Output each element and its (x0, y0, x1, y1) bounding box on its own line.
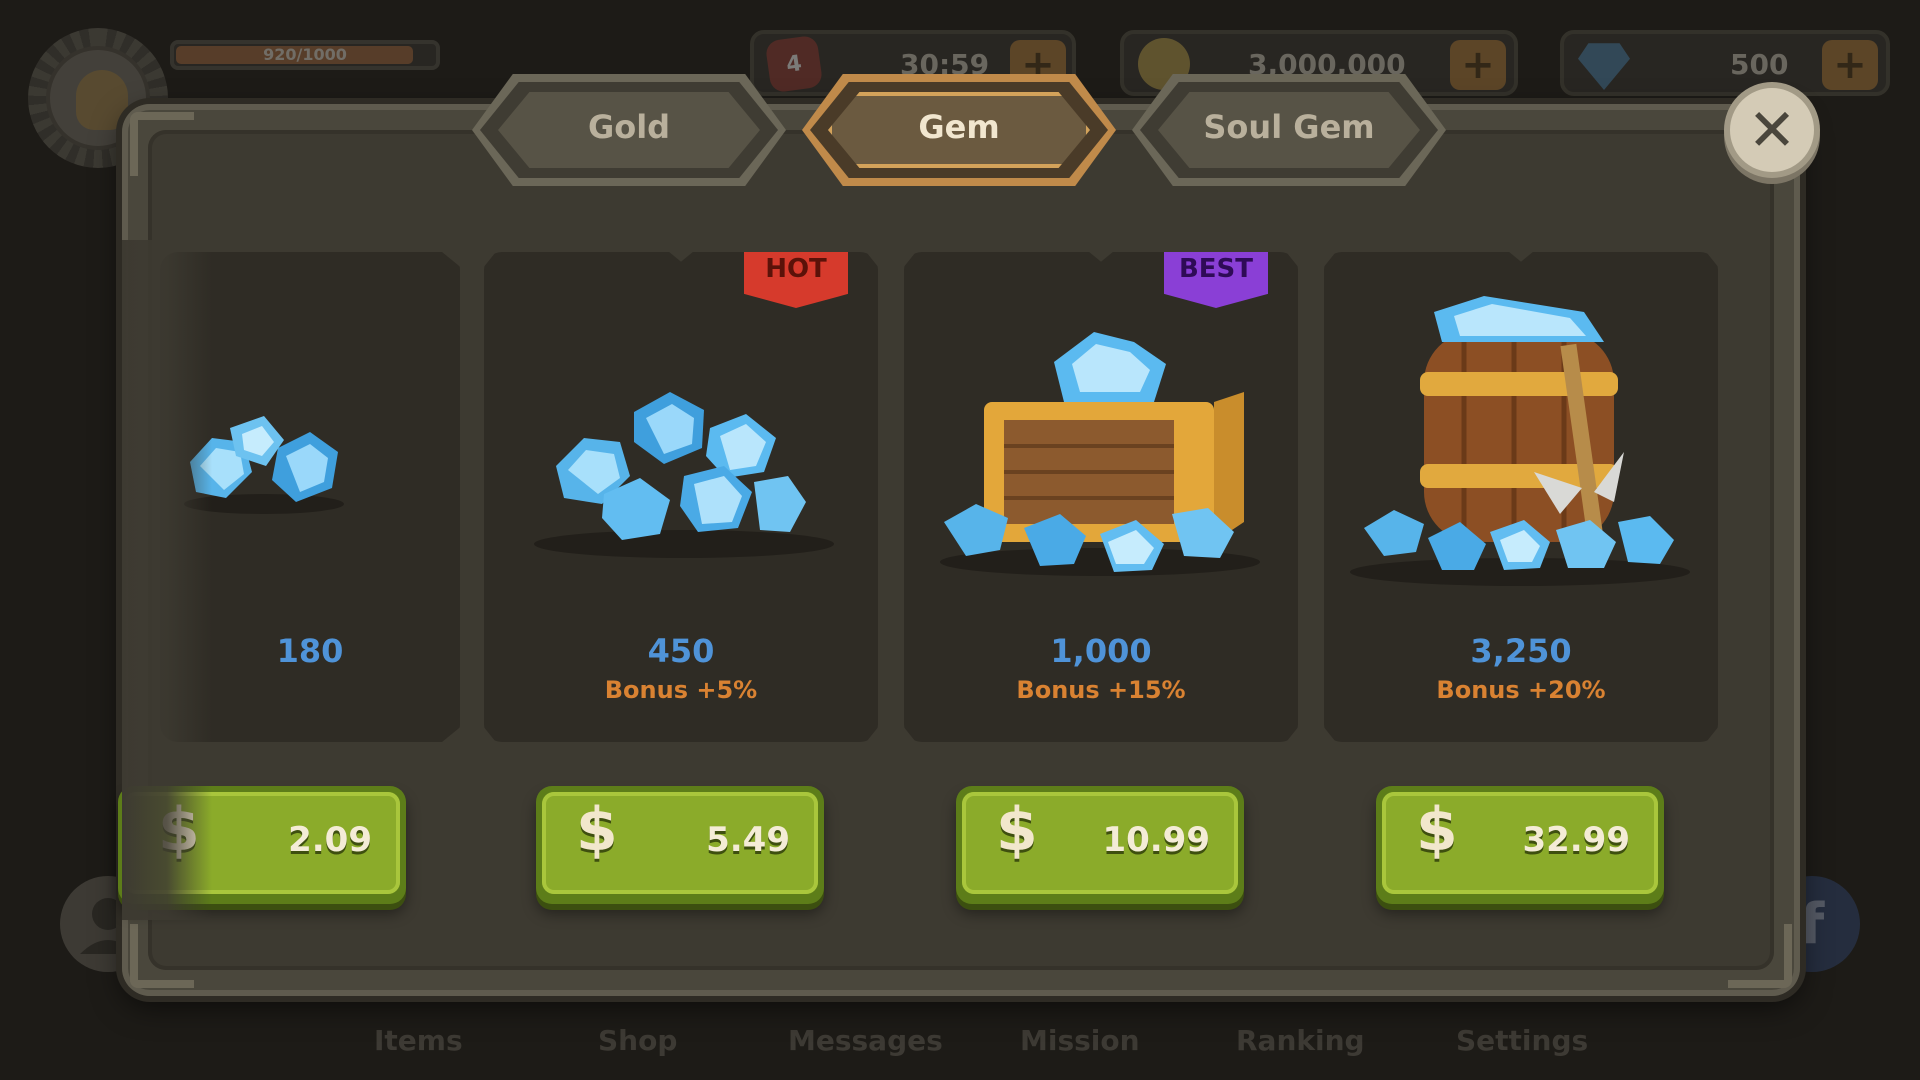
offer-card-180[interactable]: 180 (160, 252, 460, 742)
gem-amount: 1,000 (1050, 632, 1152, 670)
buy-button-450[interactable]: $ 5.49 (536, 786, 824, 904)
small-gem-pile-icon (184, 416, 344, 514)
nav-ranking[interactable]: Ranking (1236, 1024, 1365, 1057)
nav-mission[interactable]: Mission (1020, 1024, 1140, 1057)
xp-text: 920/1000 (263, 45, 347, 64)
offer-card-450[interactable]: HOT 450 Bonus +5% (484, 252, 878, 742)
gem-crate-icon (940, 332, 1260, 576)
nav-settings[interactable]: Settings (1456, 1024, 1588, 1057)
bonus-label: Bonus +15% (1016, 676, 1186, 704)
tab-label: Gold (587, 108, 671, 146)
bonus-label: Bonus +20% (1436, 676, 1606, 704)
tab-label: Gem (918, 108, 1000, 146)
offer-card-3250[interactable]: 3,250 Bonus +20% (1324, 252, 1718, 742)
add-gold-button[interactable]: + (1450, 40, 1506, 90)
offer-card-1000[interactable]: BEST 1,000 Bonus +15% (904, 252, 1298, 742)
price-label: 5.49 (706, 820, 790, 860)
tab-gold[interactable]: Gold (472, 74, 786, 186)
knight-helmet-icon (76, 70, 128, 130)
gem-barrel-icon (1350, 296, 1690, 586)
facebook-icon: f (1799, 891, 1825, 957)
gems-amount: 500 (1730, 48, 1789, 81)
panel-corner-ornament (1728, 924, 1792, 988)
add-gems-button[interactable]: + (1822, 40, 1878, 90)
price-label: 10.99 (1102, 820, 1210, 860)
tab-gem[interactable]: Gem (802, 74, 1116, 186)
gem-amount: 3,250 (1470, 632, 1572, 670)
nav-messages[interactable]: Messages (788, 1024, 943, 1057)
price-label: 32.99 (1522, 820, 1630, 860)
dollar-icon: $ (996, 795, 1038, 865)
dollar-icon: $ (158, 795, 200, 865)
buy-button-3250[interactable]: $ 32.99 (1376, 786, 1664, 904)
buy-button-1000[interactable]: $ 10.99 (956, 786, 1244, 904)
price-label: 2.09 (288, 820, 372, 860)
dollar-icon: $ (576, 795, 618, 865)
panel-corner-ornament (130, 924, 194, 988)
diamond-icon (1578, 43, 1630, 90)
bottom-nav: Items Shop Messages Mission Ranking Sett… (0, 1024, 1920, 1064)
dollar-icon: $ (1416, 795, 1458, 865)
nav-items[interactable]: Items (374, 1024, 463, 1057)
gem-amount: 450 (647, 632, 715, 670)
close-button[interactable]: ✕ (1724, 82, 1820, 178)
panel-corner-ornament (130, 112, 194, 176)
tab-soul-gem[interactable]: Soul Gem (1132, 74, 1446, 186)
gem-amount: 180 (276, 632, 344, 670)
bonus-label: Bonus +5% (604, 676, 758, 704)
gems-counter: 500 + (1560, 30, 1890, 96)
game-screen: 920/1000 4 30:59 + 3,000,000 + 500 + f I… (0, 0, 1920, 1080)
close-icon: ✕ (1747, 96, 1797, 164)
tab-label: Soul Gem (1203, 108, 1375, 146)
xp-bar: 920/1000 (170, 40, 440, 70)
nav-shop[interactable]: Shop (598, 1024, 677, 1057)
buy-button-180[interactable]: $ 2.09 (118, 786, 406, 904)
gem-pile-icon (534, 392, 834, 558)
